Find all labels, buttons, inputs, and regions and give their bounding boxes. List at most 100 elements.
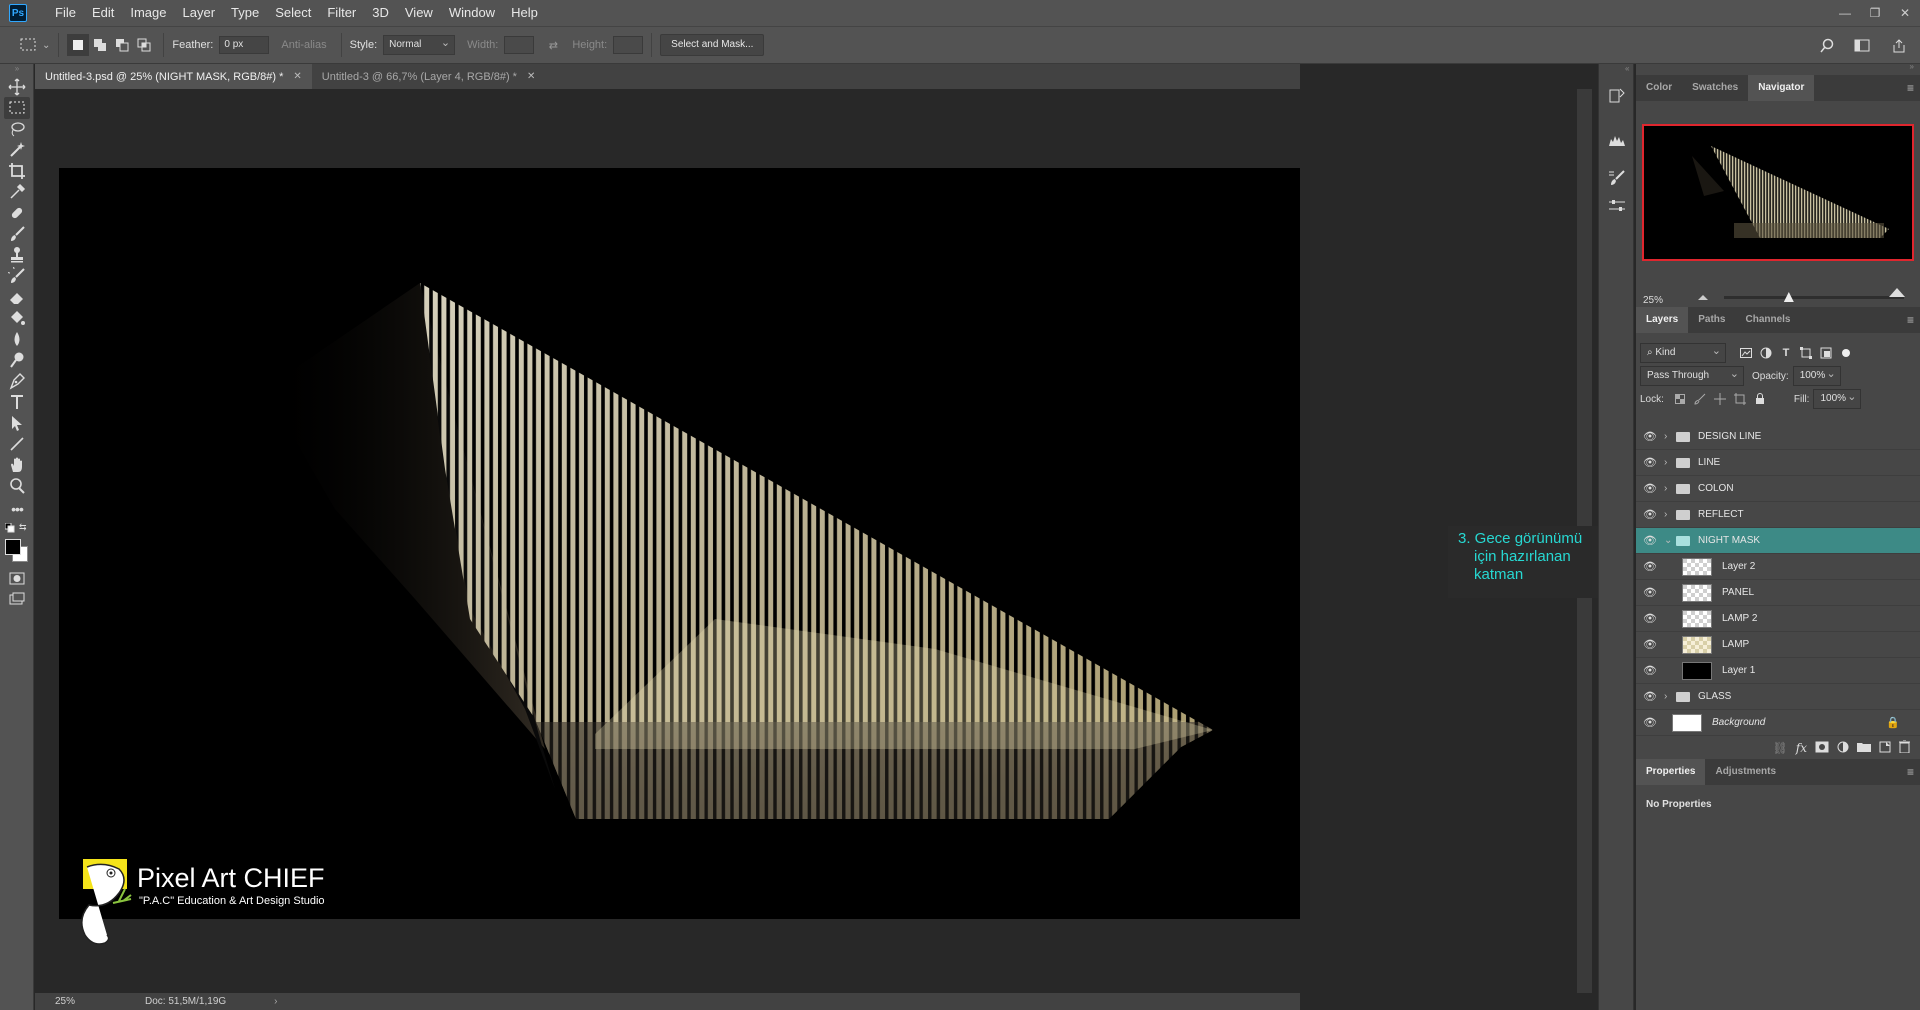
layer-layer-1[interactable]: 👁 Layer 1 xyxy=(1636,658,1920,684)
photoshop-logo[interactable]: Ps xyxy=(9,4,27,22)
lock-artboard-icon[interactable] xyxy=(1730,389,1750,409)
filter-shape-icon[interactable] xyxy=(1796,343,1816,363)
panel-menu-icon[interactable]: ≡ xyxy=(1907,313,1914,327)
navigator-zoom-value[interactable]: 25% xyxy=(1643,295,1663,306)
move-tool-icon[interactable] xyxy=(4,76,30,98)
antialias-checkbox-label[interactable]: Anti-alias xyxy=(281,39,326,51)
filter-smart-object-icon[interactable] xyxy=(1816,343,1836,363)
close-tab-icon[interactable]: ✕ xyxy=(527,71,535,82)
brush-tool-icon[interactable] xyxy=(4,223,30,245)
visibility-eye-icon[interactable]: 👁 xyxy=(1636,560,1664,573)
workspace-icon[interactable] xyxy=(1852,35,1874,57)
menu-window[interactable]: Window xyxy=(441,0,503,26)
swap-colors-icon[interactable]: ⇆ xyxy=(19,522,29,532)
menu-select[interactable]: Select xyxy=(267,0,319,26)
panel-collapse-icon[interactable]: » xyxy=(1910,62,1914,71)
layer-reflect[interactable]: 👁 › REFLECT xyxy=(1636,502,1920,528)
add-mask-icon[interactable] xyxy=(1815,741,1829,756)
menu-file[interactable]: File xyxy=(47,0,84,26)
chevron-right-icon[interactable]: › xyxy=(1664,509,1676,520)
zoom-tool-icon[interactable] xyxy=(4,475,30,497)
path-selection-tool-icon[interactable] xyxy=(4,412,30,434)
chevron-down-icon[interactable]: ⌄ xyxy=(42,40,50,51)
zoom-out-icon[interactable] xyxy=(1697,290,1709,300)
visibility-eye-icon[interactable]: 👁 xyxy=(1636,456,1664,469)
delete-layer-icon[interactable] xyxy=(1899,739,1910,756)
close-tab-icon[interactable]: ✕ xyxy=(293,71,301,82)
subtract-selection-icon[interactable] xyxy=(111,34,133,56)
menu-layer[interactable]: Layer xyxy=(175,0,224,26)
select-and-mask-button[interactable]: Select and Mask... xyxy=(660,34,765,56)
chevron-right-icon[interactable]: › xyxy=(1664,431,1676,442)
zoom-slider-thumb[interactable] xyxy=(1783,292,1794,302)
menu-3d[interactable]: 3D xyxy=(364,0,397,26)
tab-channels[interactable]: Channels xyxy=(1735,307,1800,333)
default-colors-icon[interactable] xyxy=(4,522,15,533)
visibility-eye-icon[interactable]: 👁 xyxy=(1636,430,1664,443)
swap-icon[interactable]: ⇄ xyxy=(542,34,564,56)
search-icon[interactable] xyxy=(1816,35,1838,57)
chevron-right-icon[interactable]: › xyxy=(1664,457,1676,468)
navigator-preview[interactable] xyxy=(1642,124,1914,261)
panel-collapse-icon[interactable]: » xyxy=(0,64,34,74)
zoom-in-icon[interactable] xyxy=(1888,286,1906,298)
status-menu-arrow[interactable]: › xyxy=(274,996,277,1007)
clone-stamp-tool-icon[interactable] xyxy=(4,244,30,266)
filter-type-icon[interactable]: T xyxy=(1776,343,1796,363)
chevron-right-icon[interactable]: › xyxy=(1664,483,1676,494)
lasso-tool-icon[interactable] xyxy=(4,118,30,140)
blend-mode-select[interactable]: Pass Through xyxy=(1640,365,1744,386)
style-select[interactable]: Normal xyxy=(383,34,456,55)
layer-design-line[interactable]: 👁 › DESIGN LINE xyxy=(1636,424,1920,450)
tab-untitled-3[interactable]: Untitled-3 @ 66,7% (Layer 4, RGB/8#) * ✕ xyxy=(311,64,546,89)
intersect-selection-icon[interactable] xyxy=(133,34,155,56)
lock-transparent-icon[interactable] xyxy=(1670,389,1690,409)
visibility-eye-icon[interactable]: 👁 xyxy=(1636,690,1664,703)
tab-properties[interactable]: Properties xyxy=(1636,759,1706,785)
close-icon[interactable]: ✕ xyxy=(1890,0,1920,26)
dodge-tool-icon[interactable] xyxy=(4,349,30,371)
layer-panel[interactable]: 👁 PANEL xyxy=(1636,580,1920,606)
healing-brush-tool-icon[interactable] xyxy=(4,202,30,224)
dock-collapse-icon[interactable]: « xyxy=(1625,64,1629,73)
layer-background[interactable]: 👁 Background 🔒 xyxy=(1636,710,1920,736)
visibility-eye-icon[interactable]: 👁 xyxy=(1636,482,1664,495)
link-layers-icon[interactable]: ⛓ xyxy=(1773,741,1788,755)
visibility-eye-icon[interactable]: 👁 xyxy=(1636,638,1664,651)
lock-position-icon[interactable] xyxy=(1710,389,1730,409)
blur-tool-icon[interactable] xyxy=(4,328,30,350)
opacity-input[interactable]: 100% xyxy=(1792,365,1841,386)
layer-lamp[interactable]: 👁 LAMP xyxy=(1636,632,1920,658)
chevron-down-icon[interactable]: ⌄ xyxy=(1664,535,1676,546)
width-input[interactable] xyxy=(504,36,535,54)
fx-icon[interactable]: fx xyxy=(1796,741,1807,755)
chevron-right-icon[interactable]: › xyxy=(1664,691,1676,702)
more-tools-icon[interactable]: ••• xyxy=(4,498,30,520)
rectangular-marquee-tool-icon[interactable] xyxy=(4,97,30,119)
canvas-area[interactable]: Pixel Art CHIEF "P.A.C" Education & Art … xyxy=(35,89,1300,993)
visibility-eye-icon[interactable]: 👁 xyxy=(1636,508,1664,521)
visibility-eye-icon[interactable]: 👁 xyxy=(1636,586,1664,599)
magic-wand-tool-icon[interactable] xyxy=(4,139,30,161)
marquee-preset-icon[interactable] xyxy=(18,34,40,56)
tab-adjustments[interactable]: Adjustments xyxy=(1705,759,1786,785)
visibility-eye-icon[interactable]: 👁 xyxy=(1636,664,1664,677)
tab-swatches[interactable]: Swatches xyxy=(1682,75,1748,101)
lock-pixels-icon[interactable] xyxy=(1690,389,1710,409)
layer-lamp-2[interactable]: 👁 LAMP 2 xyxy=(1636,606,1920,632)
share-icon[interactable] xyxy=(1888,35,1910,57)
restore-icon[interactable]: ❐ xyxy=(1860,0,1890,26)
adjustment-layer-icon[interactable] xyxy=(1837,741,1849,756)
histogram-panel-icon[interactable] xyxy=(1607,130,1627,150)
screen-mode-icon[interactable] xyxy=(4,588,30,610)
feather-input[interactable]: 0 px xyxy=(219,36,270,54)
line-tool-icon[interactable] xyxy=(4,433,30,455)
tab-paths[interactable]: Paths xyxy=(1688,307,1735,333)
new-selection-icon[interactable] xyxy=(67,34,90,56)
fill-input[interactable]: 100% xyxy=(1813,388,1862,409)
filter-pixel-icon[interactable] xyxy=(1736,343,1756,363)
tab-untitled-3-psd[interactable]: Untitled-3.psd @ 25% (NIGHT MASK, RGB/8#… xyxy=(35,64,312,89)
brush-settings-panel-icon[interactable] xyxy=(1607,168,1627,188)
layer-night-mask[interactable]: 👁 ⌄ NIGHT MASK xyxy=(1636,528,1920,554)
layer-colon[interactable]: 👁 › COLON xyxy=(1636,476,1920,502)
